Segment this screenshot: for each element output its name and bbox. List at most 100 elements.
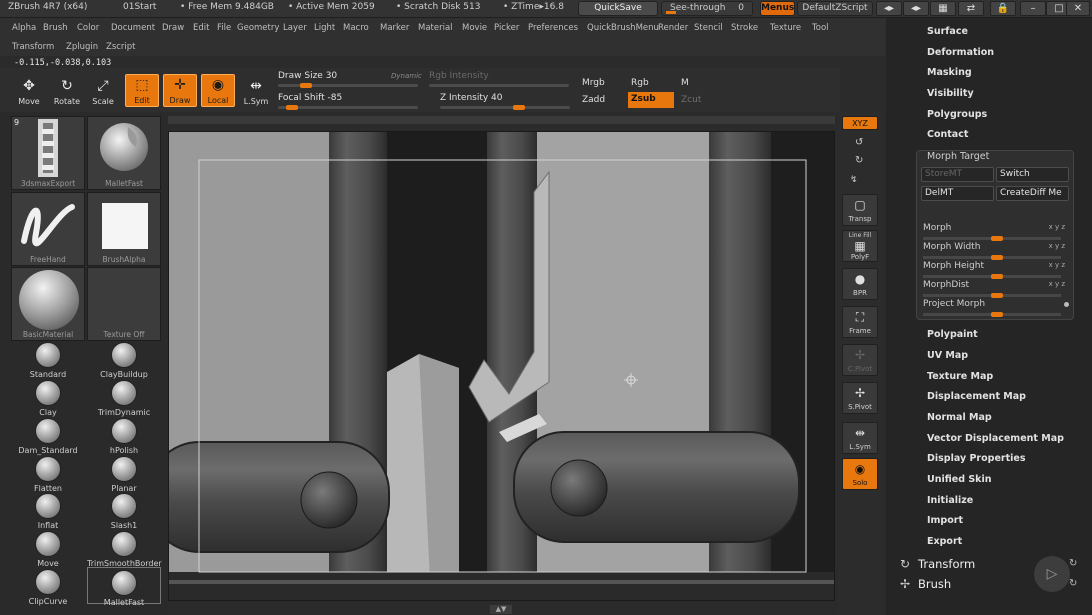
- brush-hpolish[interactable]: hPolish: [87, 418, 161, 455]
- switch-button[interactable]: Switch: [996, 167, 1069, 182]
- morph-target-title[interactable]: Morph Target: [927, 151, 989, 162]
- scale-button[interactable]: ⤢ Scale: [86, 76, 120, 109]
- brush-popout-icon[interactable]: ↻: [1069, 578, 1077, 589]
- close-icon[interactable]: ✕: [1066, 1, 1090, 16]
- del-mt-button[interactable]: DelMT: [921, 186, 994, 201]
- menu-texture[interactable]: Texture: [770, 23, 801, 33]
- menus-button[interactable]: Menus: [760, 1, 795, 16]
- brush-malletfast[interactable]: MalletFast: [87, 567, 161, 607]
- menu-movie[interactable]: Movie: [462, 23, 487, 33]
- menu-geometry[interactable]: Geometry: [237, 23, 279, 33]
- default-zscript-button[interactable]: DefaultZScript: [797, 1, 873, 16]
- zcut-button[interactable]: Zcut: [678, 93, 724, 109]
- menu-picker[interactable]: Picker: [494, 23, 519, 33]
- menu-stroke[interactable]: Stroke: [731, 23, 758, 33]
- morph-dist-xyz-tag[interactable]: x y z: [1049, 280, 1065, 288]
- brush-planar[interactable]: Planar: [87, 456, 161, 493]
- spivot-button[interactable]: ✢ S.Pivot: [842, 382, 878, 414]
- draw-button[interactable]: ✛ Draw: [163, 74, 197, 107]
- palette-uv-map[interactable]: UV Map: [927, 350, 968, 361]
- morph-slider[interactable]: Morph x y z: [923, 223, 1071, 241]
- brush-slash1[interactable]: Slash1: [87, 493, 161, 530]
- rotate-button[interactable]: ↻ Rotate: [50, 76, 84, 109]
- menu-transform[interactable]: Transform: [12, 42, 54, 52]
- rotate-z-icon[interactable]: ↯: [850, 175, 858, 185]
- palette-masking[interactable]: Masking: [927, 67, 972, 78]
- see-through-slider[interactable]: See-through 0: [661, 1, 753, 16]
- edit-button[interactable]: ⬚ Edit: [125, 74, 159, 107]
- tool-thumbnail[interactable]: 9 3dsmaxExport: [11, 116, 85, 190]
- z-intensity-knob[interactable]: [513, 105, 525, 110]
- viewport-scroll-strip[interactable]: [168, 116, 835, 124]
- brush-palette-header[interactable]: Brush: [918, 577, 951, 591]
- transform-palette-header[interactable]: Transform: [918, 557, 975, 571]
- local-button[interactable]: ◉ Local: [201, 74, 235, 107]
- menu-edit[interactable]: Edit: [193, 23, 209, 33]
- rotate-x-icon[interactable]: ↺: [855, 137, 863, 148]
- menu-zplugin[interactable]: Zplugin: [66, 42, 98, 52]
- palette-vector-displacement-map[interactable]: Vector Displacement Map: [927, 433, 1064, 444]
- brush-flatten[interactable]: Flatten: [11, 456, 85, 493]
- shelf-lsym-button[interactable]: ⇹ L.Sym: [842, 422, 878, 454]
- lsym-button[interactable]: ⇹ L.Sym: [239, 76, 273, 109]
- bottom-tray-toggle-icon[interactable]: ▲▼: [490, 605, 512, 614]
- mrgb-button[interactable]: Mrgb: [579, 76, 625, 92]
- rgb-intensity-slider[interactable]: Rgb Intensity: [429, 71, 574, 88]
- morph-xyz-tag[interactable]: x y z: [1049, 223, 1065, 231]
- brush-thumbnail[interactable]: MalletFast: [87, 116, 161, 190]
- menu-preferences[interactable]: Preferences: [528, 23, 578, 33]
- zadd-button[interactable]: Zadd: [579, 93, 625, 109]
- menu-tool[interactable]: Tool: [812, 23, 829, 33]
- layout-grid-icon[interactable]: ▦: [930, 1, 956, 16]
- menu-zscript[interactable]: Zscript: [106, 42, 136, 52]
- brush-clipcurve[interactable]: ClipCurve: [11, 569, 85, 606]
- palette-normal-map[interactable]: Normal Map: [927, 412, 992, 423]
- morph-height-slider[interactable]: Morph Height x y z: [923, 261, 1071, 279]
- palette-unified-skin[interactable]: Unified Skin: [927, 474, 992, 485]
- menu-brush[interactable]: Brush: [43, 23, 68, 33]
- morph-dist-slider[interactable]: MorphDist x y z: [923, 280, 1071, 298]
- palette-contact[interactable]: Contact: [927, 129, 968, 140]
- move-button[interactable]: ✥ Move: [12, 76, 46, 109]
- brush-move[interactable]: Move: [11, 531, 85, 568]
- menu-alpha[interactable]: Alpha: [12, 23, 36, 33]
- project-morph-knob[interactable]: [991, 312, 1003, 317]
- morph-width-xyz-tag[interactable]: x y z: [1049, 242, 1065, 250]
- store-mt-button[interactable]: StoreMT: [921, 167, 994, 182]
- palette-surface[interactable]: Surface: [927, 26, 968, 37]
- morph-dist-knob[interactable]: [991, 293, 1003, 298]
- polyf-button[interactable]: Line Fill ▦ PolyF: [842, 230, 878, 262]
- menu-light[interactable]: Light: [314, 23, 335, 33]
- palette-polygroups[interactable]: Polygroups: [927, 109, 987, 120]
- palette-export[interactable]: Export: [927, 536, 962, 547]
- brush-trimsmoothborder[interactable]: TrimSmoothBorder: [87, 531, 162, 568]
- zsub-button[interactable]: Zsub: [628, 92, 674, 108]
- transform-popout-icon[interactable]: ↻: [1069, 558, 1077, 569]
- palette-initialize[interactable]: Initialize: [927, 495, 973, 506]
- focal-shift-knob[interactable]: [286, 105, 298, 110]
- dynamic-toggle[interactable]: Dynamic: [391, 72, 422, 80]
- draw-size-knob[interactable]: [300, 83, 312, 88]
- palette-displacement-map[interactable]: Displacement Map: [927, 391, 1026, 402]
- palette-import[interactable]: Import: [927, 515, 963, 526]
- project-morph-toggle-icon[interactable]: [1064, 302, 1069, 307]
- morph-width-knob[interactable]: [991, 255, 1003, 260]
- menu-macro[interactable]: Macro: [343, 23, 369, 33]
- palette-visibility[interactable]: Visibility: [927, 88, 974, 99]
- menu-material[interactable]: Material: [418, 23, 453, 33]
- solo-button[interactable]: ◉ Solo: [842, 458, 878, 490]
- menu-file[interactable]: File: [217, 23, 231, 33]
- xyz-button[interactable]: XYZ: [842, 116, 878, 130]
- brush-claybuildup[interactable]: ClayBuildup: [87, 342, 161, 379]
- brush-dam-standard[interactable]: Dam_Standard: [11, 418, 85, 455]
- quicksave-button[interactable]: QuickSave: [578, 1, 658, 16]
- palette-deformation[interactable]: Deformation: [927, 47, 994, 58]
- minimize-icon[interactable]: –: [1020, 1, 1046, 16]
- bpr-button[interactable]: ● BPR: [842, 268, 878, 300]
- morph-height-xyz-tag[interactable]: x y z: [1049, 261, 1065, 269]
- palette-texture-map[interactable]: Texture Map: [927, 371, 993, 382]
- brush-standard[interactable]: Standard: [11, 342, 85, 379]
- cpivot-button[interactable]: ✢ C.Pivot: [842, 344, 878, 376]
- morph-width-slider[interactable]: Morph Width x y z: [923, 242, 1071, 260]
- material-thumbnail[interactable]: BasicMaterial: [11, 267, 85, 341]
